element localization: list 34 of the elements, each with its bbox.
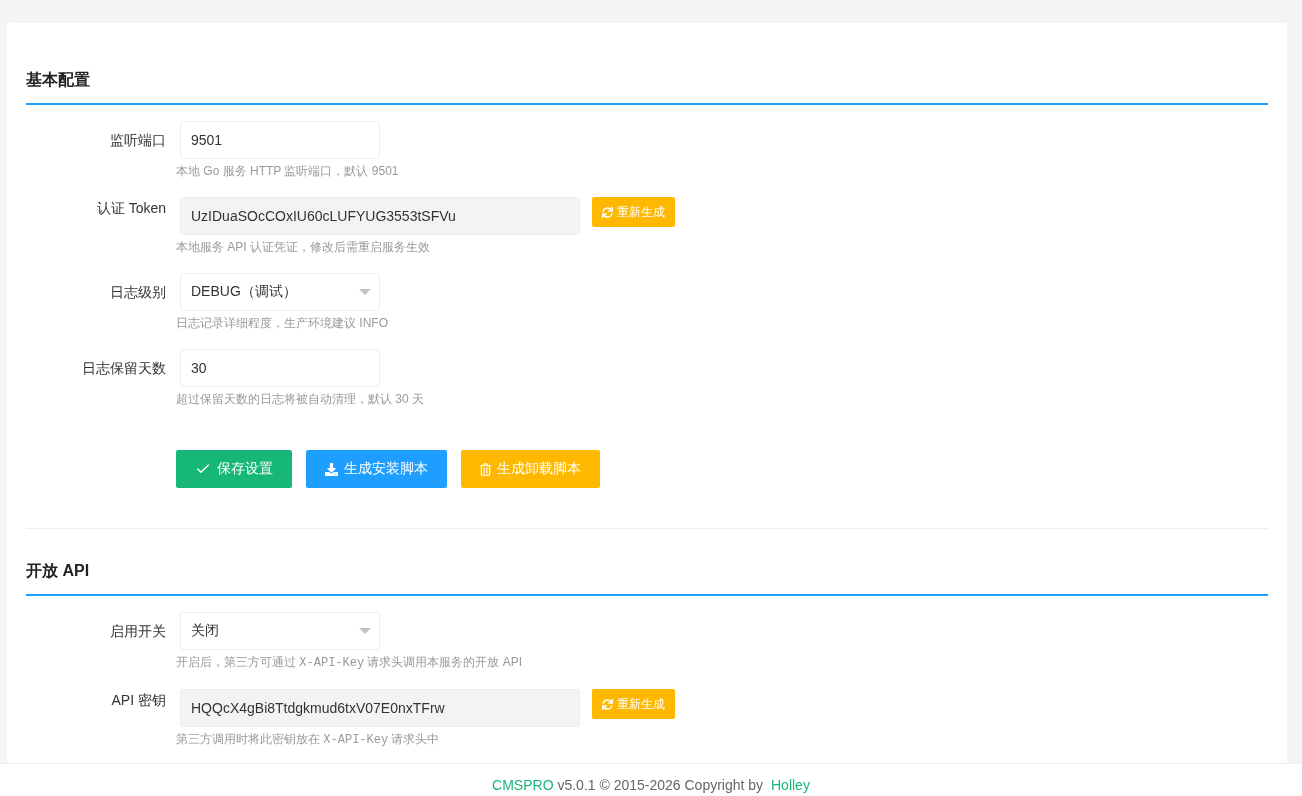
refresh-icon bbox=[602, 206, 613, 218]
author-link[interactable]: Holley bbox=[771, 777, 810, 793]
field-label: 日志级别 bbox=[110, 283, 166, 302]
footer-copyright: CMSPRO v5.0.1 © 2015-2026 Copyright by Holley bbox=[492, 776, 810, 795]
download-icon bbox=[325, 462, 338, 476]
hint-text: 超过保留天数的日志将被自动清理，默认 30 天 bbox=[176, 391, 424, 407]
hint-text: 本地 Go 服务 HTTP 监听端口，默认 9501 bbox=[176, 163, 399, 179]
select-field[interactable]: DEBUG（调试） bbox=[180, 273, 380, 311]
caret-icon bbox=[359, 289, 371, 295]
input-field[interactable]: 9501 bbox=[180, 121, 380, 159]
regenerate-button[interactable]: 重新生成 bbox=[592, 197, 675, 227]
install-script-button[interactable]: 生成安装脚本 bbox=[306, 450, 447, 488]
field-label: 启用开关 bbox=[110, 622, 166, 641]
field-label: 认证 Token bbox=[96, 199, 166, 218]
brand-link[interactable]: CMSPRO bbox=[492, 777, 554, 793]
regenerate-button[interactable]: 重新生成 bbox=[592, 689, 675, 719]
readonly-field[interactable]: HQQcX4gBi8Ttdgkmud6txV07E0nxTFrw bbox=[180, 689, 580, 727]
hint-text: 第三方调用时将此密钥放在 X-API-Key 请求头中 bbox=[176, 731, 440, 748]
trash-icon bbox=[480, 462, 491, 476]
refresh-icon bbox=[602, 698, 613, 710]
field-label: 监听端口 bbox=[110, 131, 166, 150]
select-field[interactable]: 关闭 bbox=[180, 612, 380, 650]
section-title: 基本配置 bbox=[26, 70, 90, 90]
field-label: 日志保留天数 bbox=[82, 359, 166, 378]
input-field[interactable]: 30 bbox=[180, 349, 380, 387]
field-label: API 密钥 bbox=[111, 691, 166, 710]
hint-text: 开启后，第三方可通过 X-API-Key 请求头调用本服务的开放 API bbox=[176, 654, 523, 671]
section-title: 开放 API bbox=[26, 561, 90, 581]
hint-text: 本地服务 API 认证凭证，修改后需重启服务生效 bbox=[176, 239, 430, 255]
readonly-field[interactable]: UzIDuaSOcCOxIU60cLUFYUG3553tSFVu bbox=[180, 197, 580, 235]
save-button[interactable]: 保存设置 bbox=[176, 450, 292, 488]
caret-icon bbox=[359, 628, 371, 634]
hint-text: 日志记录详细程度，生产环境建议 INFO bbox=[176, 315, 388, 331]
uninstall-script-button[interactable]: 生成卸载脚本 bbox=[461, 450, 600, 488]
